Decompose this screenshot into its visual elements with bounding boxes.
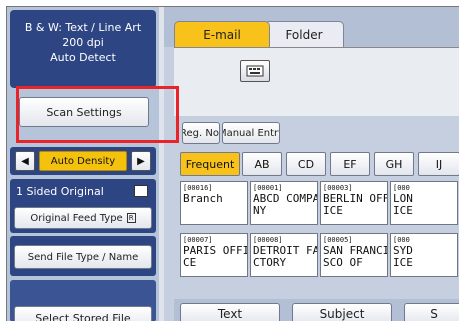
left-panel: B & W: Text / Line Art 200 dpi Auto Dete… (7, 7, 159, 321)
original-sides-label[interactable]: 1 Sided Original (16, 185, 104, 198)
index-tab-cd[interactable]: CD (286, 152, 326, 176)
index-tab-label: IJ (435, 157, 443, 171)
index-tab-label: CD (297, 157, 315, 171)
highlight-box (16, 86, 179, 143)
index-tab-label: Frequent (185, 157, 235, 171)
entry-name: SYD ICE (393, 244, 413, 269)
original-panel: 1 Sided Original Original Feed Type R (10, 179, 156, 233)
manual-entry-button[interactable]: Manual Entry (222, 122, 280, 144)
subject-button-label: Subject (319, 307, 365, 321)
destination-entry-branch[interactable]: [00016] Branch (180, 181, 248, 225)
tab-bar: Folder E-mail (164, 7, 459, 47)
index-tab-frequent[interactable]: Frequent (180, 152, 240, 176)
third-bottom-label: S (430, 307, 438, 321)
tab-folder[interactable]: Folder (264, 21, 344, 47)
entry-name: SAN FRANCI SCO OF (323, 244, 388, 269)
scan-status-display: B & W: Text / Line Art 200 dpi Auto Dete… (10, 10, 156, 88)
index-tab-label: GH (385, 157, 403, 171)
index-tab-bar: Frequent AB CD EF GH IJ (174, 148, 459, 178)
entry-name: BERLIN OFF ICE (323, 192, 388, 217)
destination-entry-san-francisco[interactable]: [00005] SAN FRANCI SCO OF (320, 233, 388, 277)
registration-bar: Reg. No. Manual Entry (174, 118, 459, 148)
destination-entry-london[interactable]: [000 LON ICE (390, 181, 458, 225)
feed-type-icon: R (126, 213, 136, 223)
stored-file-panel: Select Stored File (10, 280, 156, 321)
density-increase-button[interactable]: ▶ (131, 151, 151, 171)
scanner-panel: B & W: Text / Line Art 200 dpi Auto Dete… (6, 6, 459, 321)
keyboard-icon (246, 65, 264, 77)
tab-folder-label: Folder (285, 27, 323, 42)
entry-name: Branch (183, 192, 223, 205)
tab-email-label: E-mail (203, 27, 241, 42)
density-decrease-button[interactable]: ◀ (15, 151, 35, 171)
text-button-label: Text (217, 307, 243, 321)
send-file-type-label: Send File Type / Name (27, 251, 139, 263)
entry-name: ABCD COMPA NY (253, 192, 318, 217)
bottom-bar: Text Subject S (174, 299, 459, 321)
status-mode: B & W: Text / Line Art (24, 21, 142, 34)
right-arrow-icon: ▶ (137, 155, 145, 167)
original-feed-type-label: Original Feed Type (30, 212, 123, 224)
select-stored-file-label: Select Stored File (35, 311, 131, 321)
index-tab-gh[interactable]: GH (374, 152, 414, 176)
left-arrow-icon: ◀ (21, 155, 29, 167)
original-icon (134, 185, 148, 197)
index-tab-ef[interactable]: EF (330, 152, 370, 176)
right-panel: Folder E-mail Reg. No. Ma (164, 7, 459, 321)
third-bottom-button[interactable]: S (404, 303, 459, 321)
reg-no-label: Reg. No. (182, 127, 220, 139)
destination-entry-detroit[interactable]: [00008] DETROIT FA CTORY (250, 233, 318, 277)
entry-name: DETROIT FA CTORY (253, 244, 318, 269)
destination-input-icon[interactable] (240, 60, 270, 82)
auto-density-label: Auto Density (50, 155, 116, 167)
entry-name: PARIS OFFI CE (183, 244, 248, 269)
status-detect: Auto Detect (50, 51, 116, 64)
destination-entry-berlin[interactable]: [00003] BERLIN OFF ICE (320, 181, 388, 225)
destination-field (174, 47, 459, 116)
auto-density-button[interactable]: Auto Density (39, 151, 127, 171)
manual-entry-label: Manual Entry (223, 127, 279, 139)
destination-entry-sydney[interactable]: [000 SYD ICE (390, 233, 458, 277)
entry-name: LON ICE (393, 192, 413, 217)
density-control: ◀ Auto Density ▶ (10, 147, 156, 175)
destination-entry-abcd[interactable]: [00001] ABCD COMPA NY (250, 181, 318, 225)
text-button[interactable]: Text (180, 303, 280, 321)
select-stored-file-button[interactable]: Select Stored File (14, 306, 152, 321)
send-file-type-button[interactable]: Send File Type / Name (14, 245, 152, 269)
status-resolution: 200 dpi (62, 36, 104, 49)
index-tab-label: EF (343, 157, 357, 171)
tab-email[interactable]: E-mail (174, 21, 270, 47)
index-tab-label: AB (254, 157, 270, 171)
index-tab-ij[interactable]: IJ (418, 152, 459, 176)
subject-button[interactable]: Subject (292, 303, 392, 321)
send-file-panel: Send File Type / Name (10, 236, 156, 276)
index-tab-ab[interactable]: AB (242, 152, 282, 176)
reg-no-button[interactable]: Reg. No. (182, 122, 220, 144)
destination-entry-paris[interactable]: [00007] PARIS OFFI CE (180, 233, 248, 277)
original-feed-type-button[interactable]: Original Feed Type R (14, 207, 152, 229)
screen: B & W: Text / Line Art 200 dpi Auto Dete… (0, 0, 459, 321)
